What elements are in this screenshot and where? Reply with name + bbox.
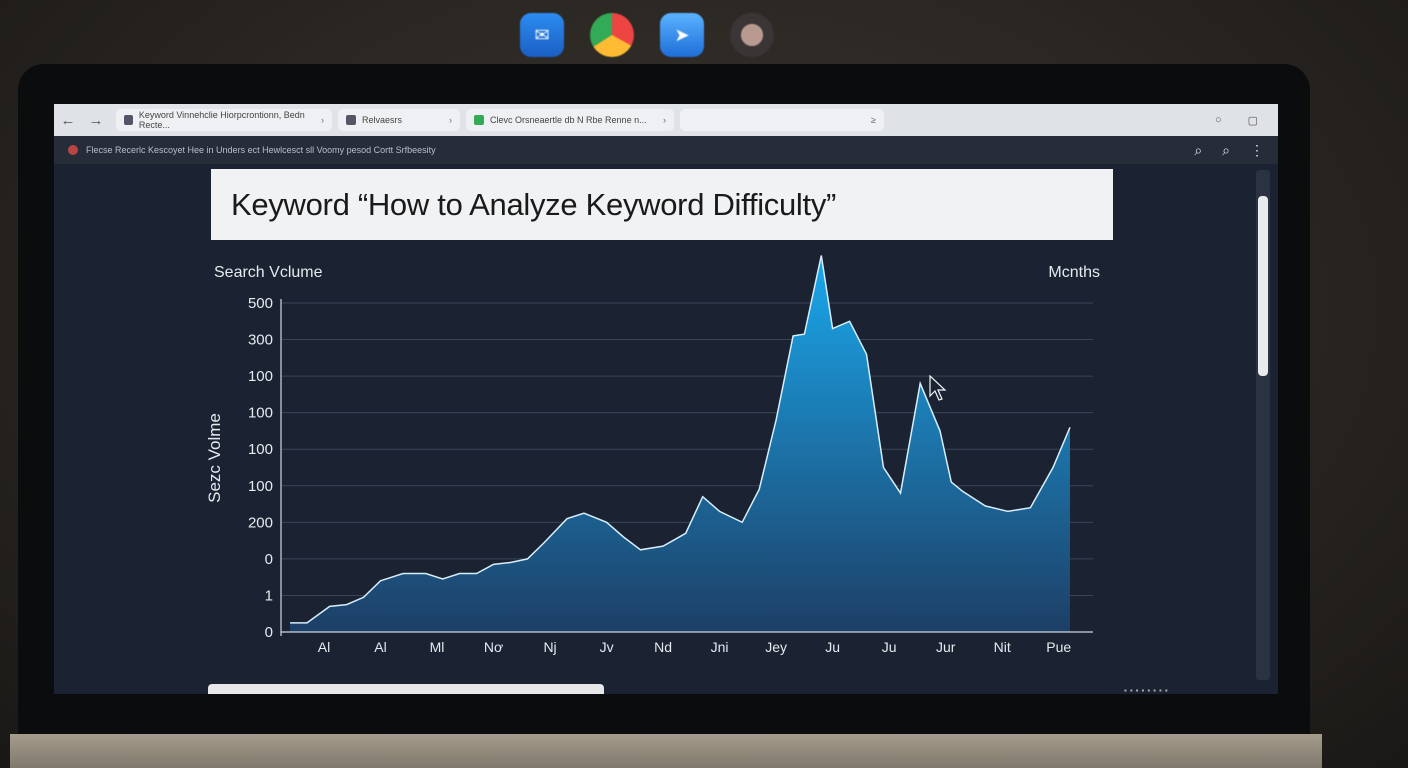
x-tick-label: Nơ — [484, 639, 503, 655]
info-bar: Flecse Recerlc Kescoyet Hee in Unders ec… — [54, 136, 1278, 164]
y-tick-label: 500 — [248, 295, 273, 312]
mail-icon[interactable]: ✉ — [520, 13, 564, 57]
tab-close-icon[interactable]: › — [449, 115, 452, 125]
x-tick-label: Nit — [994, 639, 1011, 655]
minimize-icon[interactable]: ○ — [1215, 114, 1222, 127]
dock: ✉ ➤ — [520, 8, 840, 62]
tab-label: Clevc Orsneaertle db N Rbe Renne n... — [490, 115, 647, 125]
x-tick-label: Jey — [765, 639, 787, 655]
x-tick-label: Jv — [600, 639, 614, 655]
tab-relvaesrs[interactable]: Relvaesrs › — [338, 109, 460, 131]
screen: ← → Keyword Vinnehclie Hiorpcrontionn, B… — [54, 104, 1278, 694]
y-tick-label: 100 — [248, 368, 273, 385]
bottom-panel-strip — [208, 684, 604, 694]
page-title: Keyword “How to Analyze Keyword Difficul… — [231, 186, 837, 222]
zoom-icon[interactable]: ⌕ — [1222, 142, 1230, 159]
back-icon[interactable]: ← — [54, 112, 82, 129]
volume-area — [290, 255, 1071, 632]
vertical-scrollbar[interactable] — [1256, 170, 1270, 680]
tab-close-icon[interactable]: › — [663, 115, 666, 125]
tab-keyword[interactable]: Keyword Vinnehclie Hiorpcrontionn, Bedn … — [116, 109, 332, 131]
y-tick-label: 100 — [248, 478, 273, 495]
y-tick-label: 0 — [265, 551, 273, 568]
y-tick-label: 200 — [248, 514, 273, 531]
x-tick-label: Jur — [936, 639, 956, 655]
x-tick-label: Al — [374, 639, 386, 655]
volume-line — [290, 255, 1071, 624]
tab-close-icon[interactable]: › — [321, 115, 324, 125]
x-tick-label: Nj — [543, 639, 556, 655]
search-icon[interactable]: ⌕ — [1194, 142, 1202, 159]
page-title-box: Keyword “How to Analyze Keyword Difficul… — [211, 169, 1113, 240]
x-tick-label: Pue — [1046, 639, 1071, 655]
face-icon[interactable] — [730, 13, 774, 57]
forward-icon[interactable]: → — [82, 112, 110, 129]
new-tab-area[interactable]: ≥ — [680, 109, 884, 131]
y-tick-label: 1 — [265, 587, 273, 604]
tab-label: Relvaesrs — [362, 115, 403, 125]
x-tick-label: Ju — [882, 639, 897, 655]
chrome-icon[interactable] — [590, 13, 634, 57]
laptop-base — [10, 734, 1322, 768]
top-right-label: Mcnths — [1048, 264, 1100, 281]
more-menu-icon[interactable]: ⋮ — [1250, 142, 1264, 159]
top-left-label: Search Vclume — [214, 264, 323, 281]
x-tick-label: Nd — [654, 639, 672, 655]
tab-bar: ← → Keyword Vinnehclie Hiorpcrontionn, B… — [54, 104, 1278, 136]
tab-label: Keyword Vinnehclie Hiorpcrontionn, Bedn … — [138, 110, 305, 130]
y-tick-label: 300 — [248, 332, 273, 349]
y-axis-title: Sezc Volme — [205, 413, 224, 503]
tab-favicon-icon — [346, 115, 356, 125]
y-tick-label: 0 — [265, 624, 273, 641]
window-controls: ○ ▢ — [1215, 114, 1278, 127]
tab-favicon-icon — [474, 115, 484, 125]
y-tick-label: 100 — [248, 441, 273, 458]
x-tick-label: Ml — [430, 639, 445, 655]
tab-favicon-icon — [124, 115, 133, 125]
maximize-icon[interactable]: ▢ — [1248, 114, 1258, 127]
mouse-cursor-icon — [929, 374, 947, 401]
x-tick-label: Al — [318, 639, 330, 655]
y-tick-label: 100 — [248, 405, 273, 422]
x-tick-label: Jni — [711, 639, 729, 655]
status-indicators: ▪▪▪▪▪▪▪▪ — [1124, 686, 1171, 694]
page-info-text: Flecse Recerlc Kescoyet Hee in Unders ec… — [86, 145, 436, 155]
toolbar-tools: ⌕ ⌕ ⋮ — [1194, 142, 1278, 159]
tab-list-icon[interactable]: ≥ — [871, 115, 876, 125]
scrollbar-thumb[interactable] — [1258, 196, 1268, 376]
tab-clevc[interactable]: Clevc Orsneaertle db N Rbe Renne n... › — [466, 109, 674, 131]
safari-icon[interactable]: ➤ — [660, 13, 704, 57]
site-icon — [68, 145, 78, 155]
x-tick-label: Ju — [825, 639, 840, 655]
